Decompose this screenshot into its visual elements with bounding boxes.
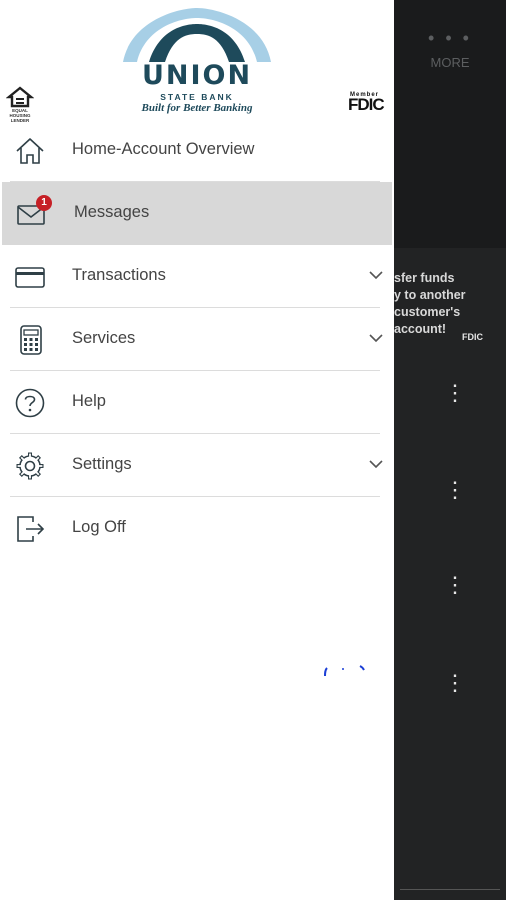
- menu-item-label: Settings: [72, 455, 132, 473]
- bank-name: UNION: [141, 60, 253, 91]
- house-icon: [5, 86, 35, 108]
- equal-housing-lender-logo: EQUAL HOUSING LENDER: [5, 86, 35, 123]
- menu-item-label: Home-Account Overview: [72, 140, 255, 158]
- bank-logo: UNION STATE BANK Built for Better Bankin…: [117, 4, 277, 120]
- fdic-logo: Member FDIC: [348, 92, 390, 116]
- menu-item-transactions[interactable]: Transactions: [0, 245, 394, 308]
- menu-item-label: Transactions: [72, 266, 166, 284]
- account-options-icon[interactable]: ⋮: [444, 574, 466, 596]
- promo-text: sfer funds y to another customer's accou…: [394, 271, 466, 336]
- chevron-down-icon[interactable]: [368, 269, 384, 281]
- promo-fdic-label: FDIC: [462, 332, 483, 342]
- calculator-icon: [20, 325, 42, 355]
- menu-item-log-off[interactable]: Log Off: [0, 497, 394, 560]
- card-icon: [15, 267, 45, 288]
- more-icon[interactable]: • • •: [394, 28, 506, 49]
- chevron-down-icon[interactable]: [368, 332, 384, 344]
- help-icon: [15, 388, 45, 418]
- drawer-menu: Home-Account Overview Messages Transacti…: [0, 119, 394, 560]
- gear-icon: [16, 452, 44, 480]
- arch-logo-icon: [123, 8, 271, 62]
- menu-item-messages[interactable]: Messages: [2, 182, 392, 245]
- home-icon: [16, 138, 44, 164]
- unread-messages-badge: 1: [36, 195, 52, 211]
- account-options-icon[interactable]: ⋮: [444, 382, 466, 404]
- menu-item-label: Log Off: [72, 518, 126, 536]
- navigation-drawer: EQUAL HOUSING LENDER UNION STATE BANK Bu…: [0, 0, 394, 900]
- bank-subname: STATE BANK: [160, 92, 234, 102]
- account-options-icon[interactable]: ⋮: [444, 479, 466, 501]
- loading-spinner-icon: [324, 665, 365, 677]
- menu-item-settings[interactable]: Settings: [0, 434, 394, 497]
- divider: [400, 889, 500, 890]
- menu-item-label: Services: [72, 329, 136, 347]
- more-label[interactable]: MORE: [394, 55, 506, 70]
- menu-item-services[interactable]: Services: [0, 308, 394, 371]
- menu-item-label: Messages: [74, 203, 150, 221]
- menu-item-label: Help: [72, 392, 106, 410]
- menu-item-home-account-overview[interactable]: Home-Account Overview: [0, 119, 394, 182]
- fdic-text: FDIC: [348, 95, 385, 114]
- menu-item-help[interactable]: Help: [0, 371, 394, 434]
- chevron-down-icon[interactable]: [368, 458, 384, 470]
- account-options-icon[interactable]: ⋮: [444, 672, 466, 694]
- logout-icon: [17, 516, 45, 542]
- bank-tagline: Built for Better Banking: [141, 102, 253, 114]
